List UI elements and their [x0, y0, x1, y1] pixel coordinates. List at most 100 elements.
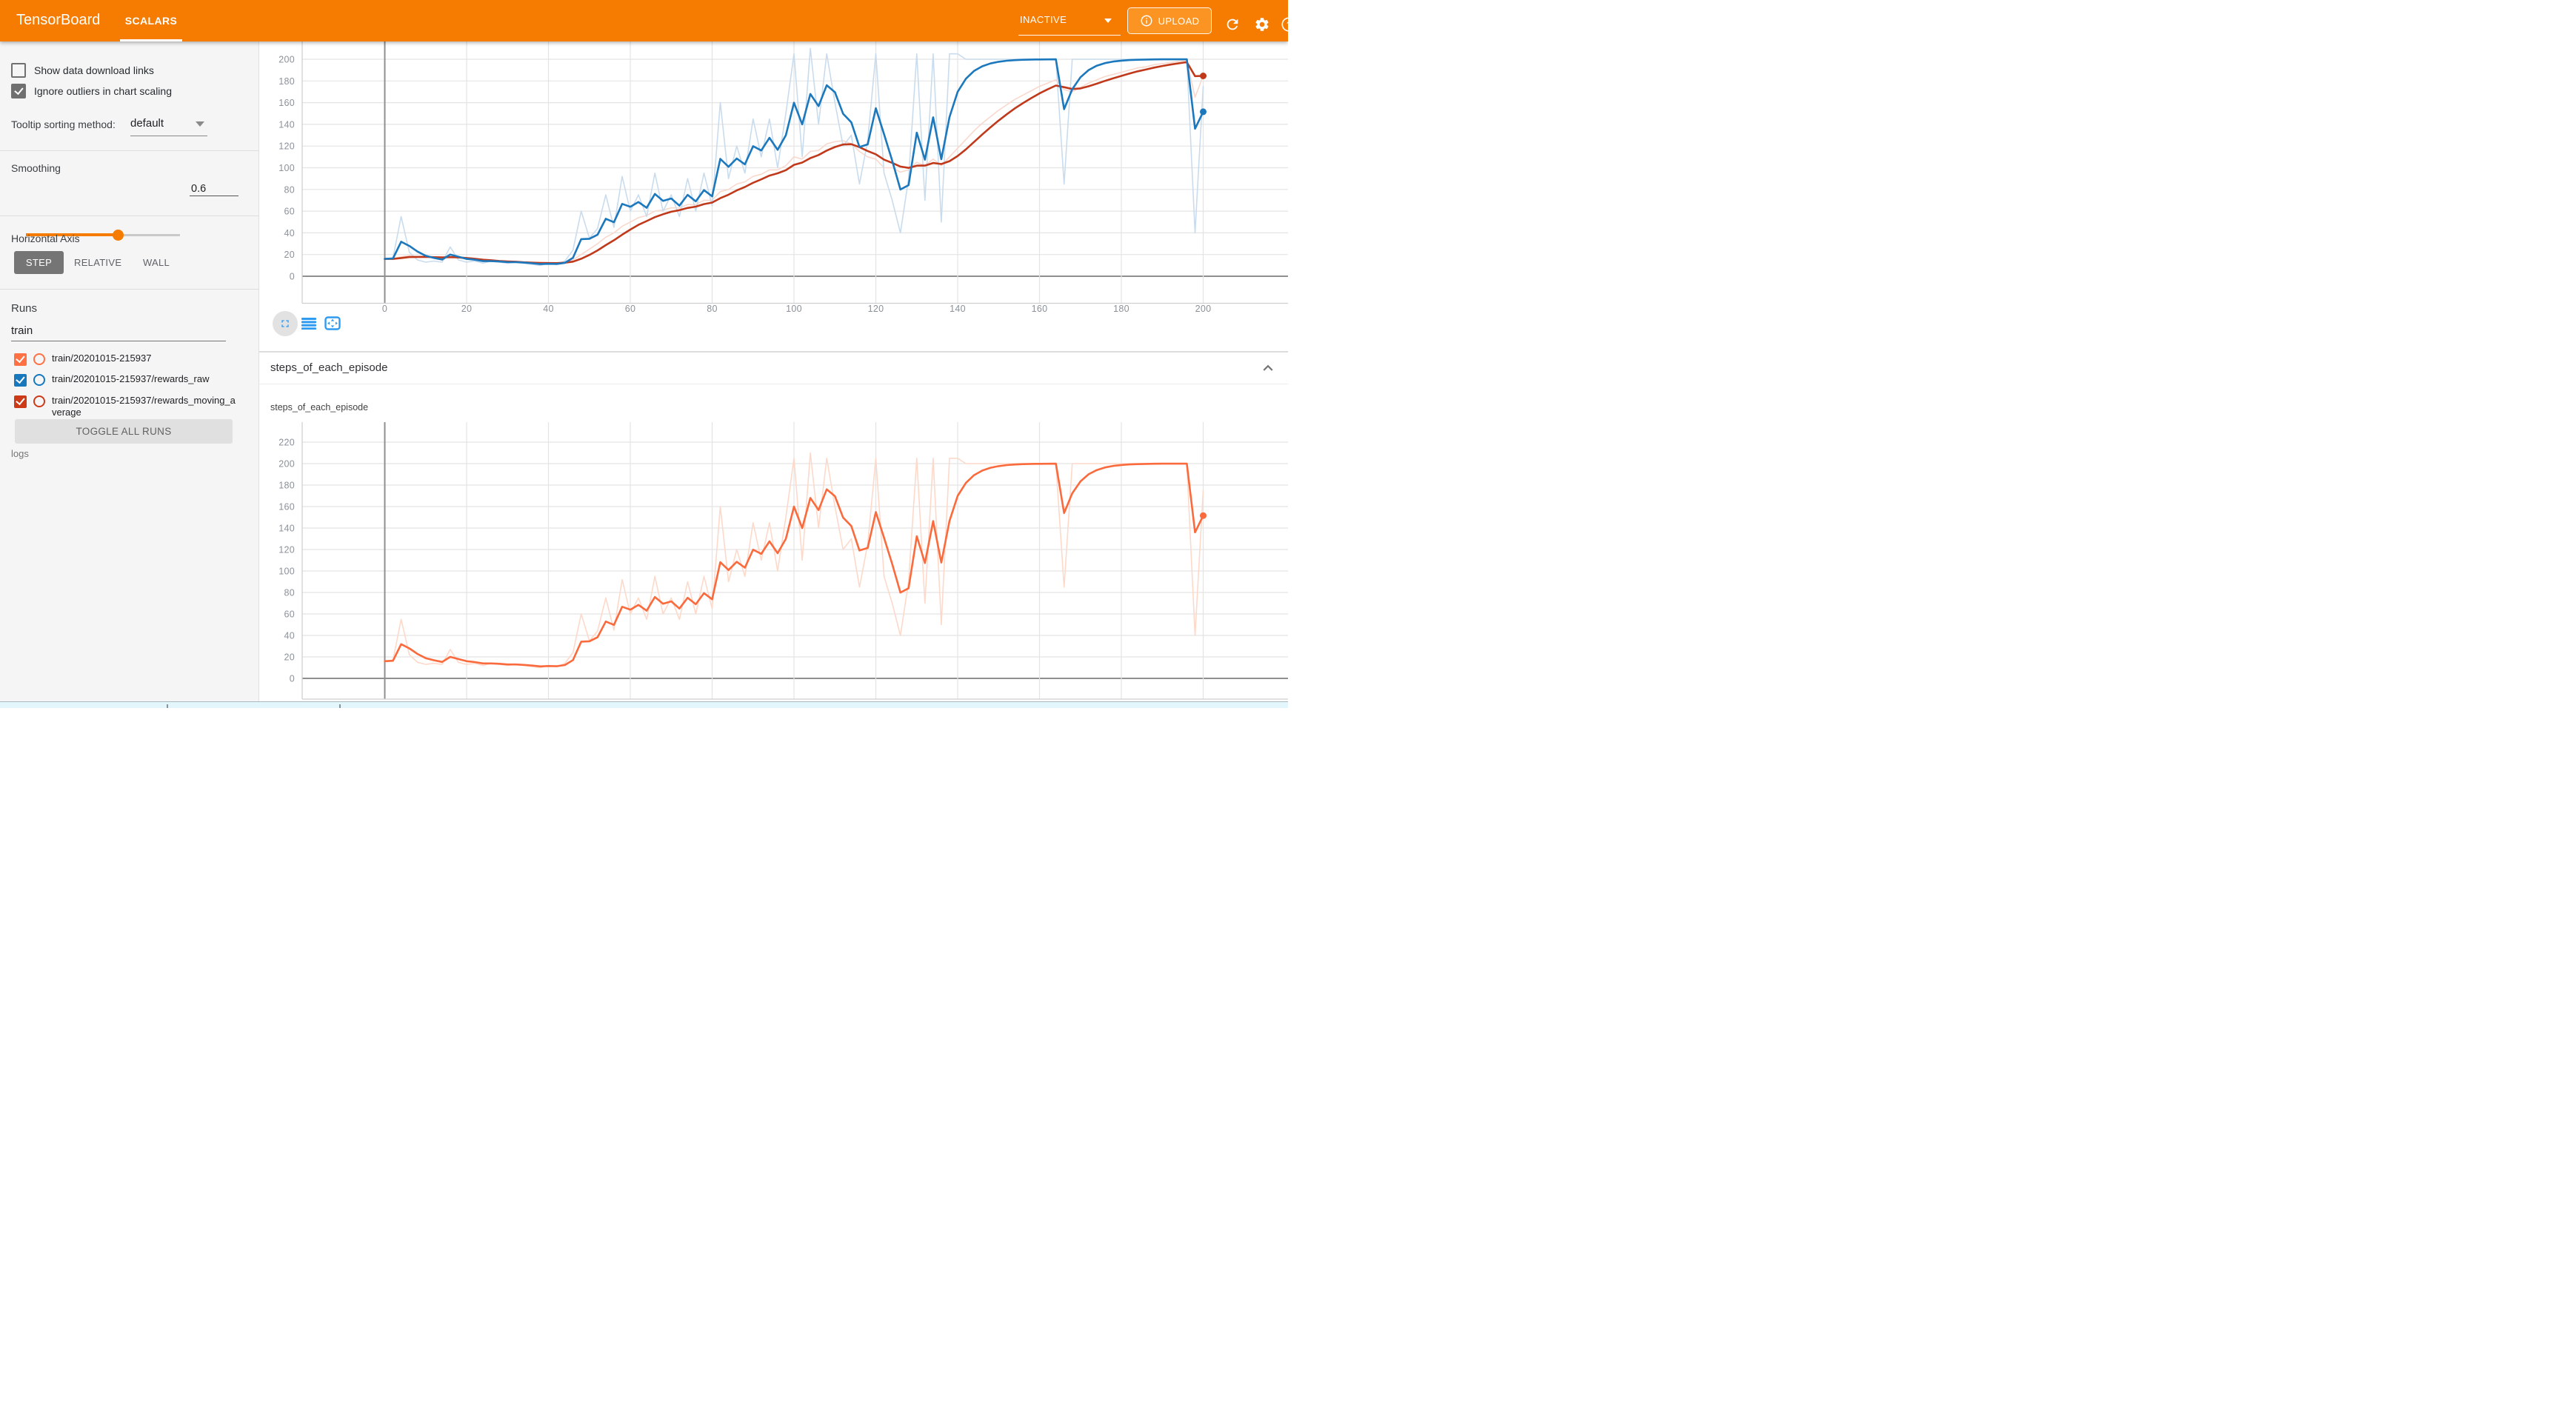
svg-text:160: 160: [1032, 304, 1048, 314]
upload-button[interactable]: UPLOAD: [1127, 7, 1212, 34]
run-checkbox[interactable]: [14, 395, 27, 408]
steps-of-each-episode-chart[interactable]: 020406080100120140160180200220: [259, 415, 1288, 708]
svg-text:80: 80: [284, 184, 295, 195]
chevron-down-icon: [196, 121, 204, 127]
fit-domain-button[interactable]: [320, 311, 345, 336]
chart-toolbar: [259, 310, 356, 339]
lines-icon: [301, 318, 316, 330]
svg-text:60: 60: [625, 304, 636, 314]
expand-chart-button[interactable]: [273, 311, 298, 336]
inactive-dropdown-value: INACTIVE: [1020, 14, 1067, 25]
svg-text:180: 180: [278, 481, 295, 491]
svg-text:60: 60: [284, 610, 295, 620]
show-download-links-row[interactable]: Show data download links: [11, 63, 154, 78]
svg-text:120: 120: [278, 545, 295, 555]
svg-text:40: 40: [284, 631, 295, 641]
help-icon[interactable]: ?: [1281, 16, 1288, 33]
ignore-outliers-row[interactable]: Ignore outliers in chart scaling: [11, 84, 172, 98]
svg-text:80: 80: [284, 588, 295, 598]
svg-text:160: 160: [278, 98, 295, 108]
run-row[interactable]: train/20201015-215937/rewards_raw: [14, 373, 238, 387]
run-label: train/20201015-215937: [52, 353, 238, 364]
smoothing-value-input[interactable]: [190, 182, 238, 196]
run-label: train/20201015-215937/rewards_raw: [52, 373, 238, 385]
run-label: train/20201015-215937/rewards_moving_ave…: [52, 395, 238, 418]
runs-selector-button[interactable]: [296, 311, 321, 336]
svg-text:120: 120: [278, 141, 295, 152]
sidebar: Show data download links Ignore outliers…: [0, 41, 259, 708]
svg-text:160: 160: [278, 502, 295, 512]
svg-text:140: 140: [278, 524, 295, 534]
run-radio[interactable]: [33, 353, 45, 365]
svg-text:60: 60: [284, 207, 295, 217]
run-checkbox[interactable]: [14, 353, 27, 366]
axis-tick: [167, 704, 168, 708]
svg-text:100: 100: [786, 304, 802, 314]
svg-text:140: 140: [950, 304, 966, 314]
divider: [0, 289, 259, 290]
section-header-steps-of-each-episode[interactable]: steps_of_each_episode: [259, 353, 1288, 384]
run-radio[interactable]: [33, 374, 45, 386]
section-title: steps_of_each_episode: [270, 361, 387, 374]
svg-text:40: 40: [543, 304, 554, 314]
ignore-outliers-label: Ignore outliers in chart scaling: [34, 85, 172, 97]
smoothing-label: Smoothing: [11, 162, 61, 174]
axis-tick: [339, 704, 341, 708]
svg-text:0: 0: [290, 272, 295, 282]
svg-text:180: 180: [1113, 304, 1129, 314]
app-title: TensorBoard: [16, 12, 100, 29]
tooltip-sorting-value: default: [130, 117, 164, 130]
rewards-scalar-chart[interactable]: 0 20 40 60 80 100 120 140 160 180 200 0 20 40 60 80 100 1…: [259, 41, 1288, 348]
svg-text:200: 200: [1195, 304, 1212, 314]
gear-icon[interactable]: [1254, 16, 1270, 33]
svg-text:?: ?: [1287, 21, 1288, 30]
show-download-links-label: Show data download links: [34, 64, 154, 76]
run-checkbox[interactable]: [14, 374, 27, 387]
axis-wall-button[interactable]: WALL: [141, 251, 172, 274]
run-radio[interactable]: [33, 395, 45, 407]
horizontal-axis-label: Horizontal Axis: [11, 233, 80, 244]
divider: [0, 150, 259, 151]
chart-card-title: steps_of_each_episode: [270, 402, 368, 413]
run-row[interactable]: train/20201015-215937/rewards_moving_ave…: [14, 395, 238, 418]
tooltip-sorting-select[interactable]: default: [130, 117, 207, 130]
axis-step-button[interactable]: STEP: [14, 251, 64, 274]
tab-scalars[interactable]: SCALARS: [119, 0, 184, 41]
axis-relative-button[interactable]: RELATIVE: [74, 251, 121, 274]
info-icon: [1140, 14, 1153, 27]
dropdown-underline: [1018, 35, 1121, 36]
toggle-all-runs-button[interactable]: TOGGLE ALL RUNS: [15, 419, 233, 444]
runs-filter-input[interactable]: [11, 324, 226, 341]
chevron-up-icon[interactable]: [1258, 358, 1278, 378]
svg-text:0: 0: [382, 304, 387, 314]
svg-text:20: 20: [284, 250, 295, 260]
fit-domain-icon: [324, 316, 341, 330]
svg-text:80: 80: [707, 304, 718, 314]
runs-label: Runs: [11, 302, 37, 315]
svg-text:0: 0: [290, 674, 295, 684]
slider-thumb[interactable]: [113, 230, 124, 241]
chevron-down-icon: [1104, 19, 1112, 23]
svg-text:220: 220: [278, 438, 295, 448]
ignore-outliers-checkbox[interactable]: [11, 84, 26, 98]
inactive-dropdown[interactable]: INACTIVE: [1018, 10, 1122, 31]
svg-text:120: 120: [868, 304, 884, 314]
svg-text:20: 20: [284, 652, 295, 663]
svg-text:100: 100: [278, 163, 295, 173]
refresh-icon[interactable]: [1224, 16, 1241, 33]
svg-text:140: 140: [278, 119, 295, 130]
svg-text:180: 180: [278, 76, 295, 87]
upload-button-label: UPLOAD: [1158, 16, 1200, 27]
tooltip-sorting-label: Tooltip sorting method:: [11, 118, 116, 130]
svg-text:200: 200: [278, 55, 295, 65]
tensorboard-app: TensorBoard SCALARS INACTIVE UPLOAD ?: [0, 0, 1288, 708]
svg-text:20: 20: [461, 304, 473, 314]
run-row[interactable]: train/20201015-215937: [14, 353, 238, 366]
logs-path-label: logs: [11, 448, 29, 459]
bottom-axis-strip: [0, 701, 1288, 708]
show-download-links-checkbox[interactable]: [11, 63, 26, 78]
app-header: TensorBoard SCALARS INACTIVE UPLOAD ?: [0, 0, 1288, 41]
svg-text:200: 200: [278, 459, 295, 470]
svg-text:40: 40: [284, 228, 295, 238]
fullscreen-icon: [279, 318, 291, 330]
